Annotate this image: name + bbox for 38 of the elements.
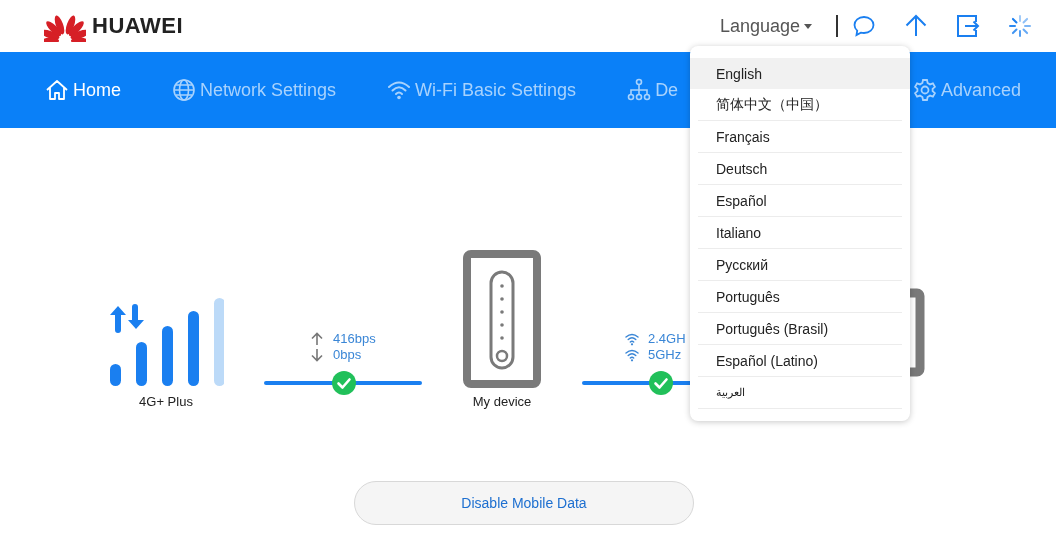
language-option[interactable]: Português: [690, 281, 910, 312]
rate-text: 0bps: [333, 347, 362, 363]
home-icon: [45, 78, 69, 102]
device-label: My device: [472, 394, 532, 409]
language-option[interactable]: Deutsch: [690, 153, 910, 184]
language-option[interactable]: العربية: [690, 377, 910, 408]
network-tree-icon: [627, 78, 652, 102]
router-icon: [463, 250, 541, 388]
rate-text: 2.4GH: [648, 331, 686, 347]
download-arrow-icon: [310, 348, 324, 362]
language-option[interactable]: English: [690, 58, 910, 89]
language-selector[interactable]: Language: [719, 15, 812, 37]
rate-text: 5GHz: [648, 347, 682, 363]
check-icon: [649, 371, 673, 395]
language-option[interactable]: Italiano: [690, 217, 910, 248]
globe-icon: [172, 78, 196, 102]
signal-strength-icon: [108, 298, 224, 388]
language-option[interactable]: Español (Latino): [690, 345, 910, 376]
rate-text: 416bps: [333, 331, 376, 347]
chat-bubble-icon[interactable]: [852, 14, 876, 38]
loading-icon[interactable]: [1008, 14, 1032, 38]
brand-name: HUAWEI: [92, 13, 183, 39]
up-arrow-icon[interactable]: [904, 14, 928, 38]
network-type-label: 4G+ Plus: [139, 394, 193, 409]
upload-arrow-icon: [310, 332, 324, 346]
logout-icon[interactable]: [956, 14, 980, 38]
language-option[interactable]: Français: [690, 121, 910, 152]
nav-tab[interactable]: Home: [45, 78, 121, 102]
wifi-icon: [625, 348, 639, 362]
language-option[interactable]: 简体中文（中国）: [690, 89, 910, 120]
language-option[interactable]: Русский: [690, 249, 910, 280]
check-icon: [332, 371, 356, 395]
settings-icon: [912, 78, 937, 102]
language-option[interactable]: Português (Brasil): [690, 313, 910, 344]
disable-mobile-data-button[interactable]: Disable Mobile Data: [354, 481, 694, 525]
caret-icon: [804, 23, 812, 29]
wifi-icon: [625, 332, 639, 346]
language-option[interactable]: Español: [690, 185, 910, 216]
